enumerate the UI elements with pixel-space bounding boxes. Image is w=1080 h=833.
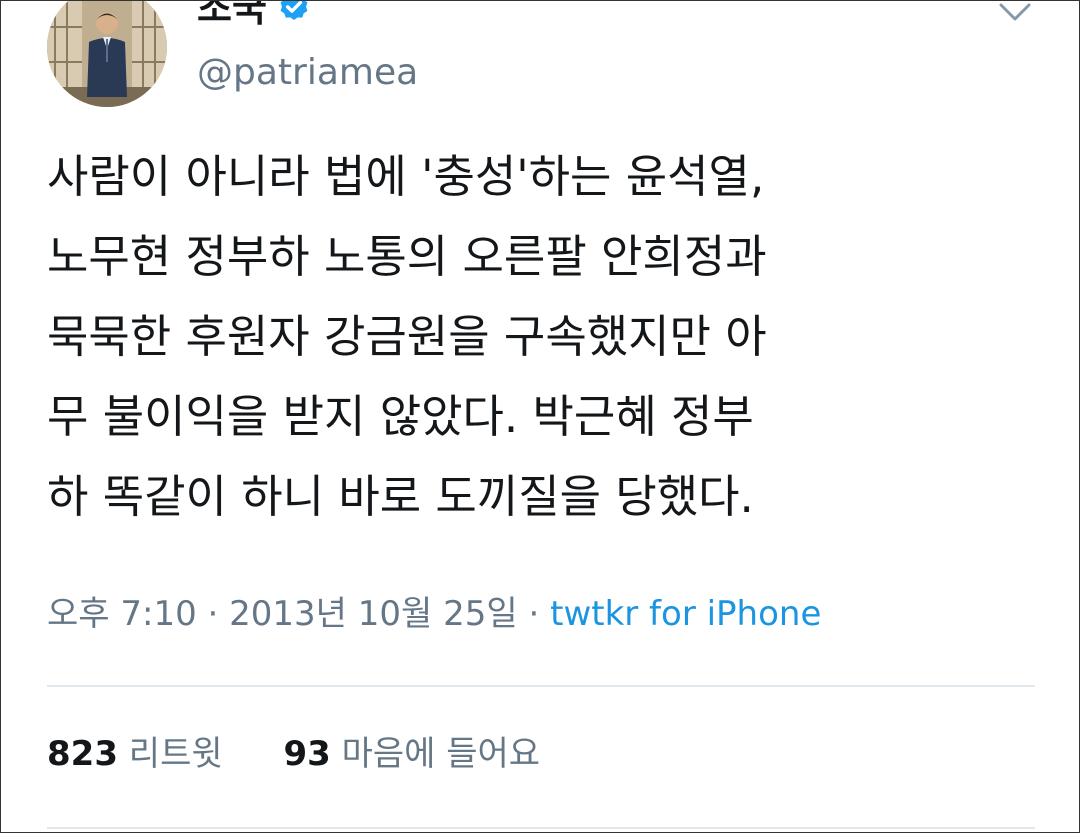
chevron-down-icon[interactable] xyxy=(995,0,1035,27)
tweet-metadata: 오후 7:10 · 2013년 10월 25일 · twtkr for iPho… xyxy=(47,591,821,637)
avatar[interactable] xyxy=(47,1,167,107)
likes-stat[interactable]: 93 마음에 들어요 xyxy=(283,731,540,777)
divider xyxy=(47,685,1035,687)
meta-separator: · xyxy=(517,594,551,634)
meta-separator: · xyxy=(196,594,230,634)
user-handle[interactable]: @patriamea xyxy=(197,51,418,95)
likes-count: 93 xyxy=(283,734,331,774)
tweet-stats: 823 리트윗 93 마음에 들어요 xyxy=(47,731,590,777)
retweets-label: 리트윗 xyxy=(128,734,223,774)
user-display-name[interactable]: 조국 xyxy=(197,0,311,33)
avatar-photo xyxy=(47,1,167,107)
tweet-date[interactable]: 2013년 10월 25일 xyxy=(229,594,518,634)
likes-label: 마음에 들어요 xyxy=(341,734,541,774)
retweets-stat[interactable]: 823 리트윗 xyxy=(47,731,223,777)
divider xyxy=(47,827,1035,829)
verified-badge-icon xyxy=(280,1,308,21)
tweet-time[interactable]: 오후 7:10 xyxy=(47,594,197,634)
retweets-count: 823 xyxy=(47,734,118,774)
tweet-source-link[interactable]: twtkr for iPhone xyxy=(550,594,821,634)
tweet-text: 사람이 아니라 법에 '충성'하는 윤석열, 노무현 정부하 노통의 오른팔 안… xyxy=(47,150,767,523)
tweet-card: 조국 @patriamea 사람이 아니라 법에 '충성'하는 윤석열, 노무현… xyxy=(0,0,1080,833)
display-name-text: 조국 xyxy=(197,0,267,30)
